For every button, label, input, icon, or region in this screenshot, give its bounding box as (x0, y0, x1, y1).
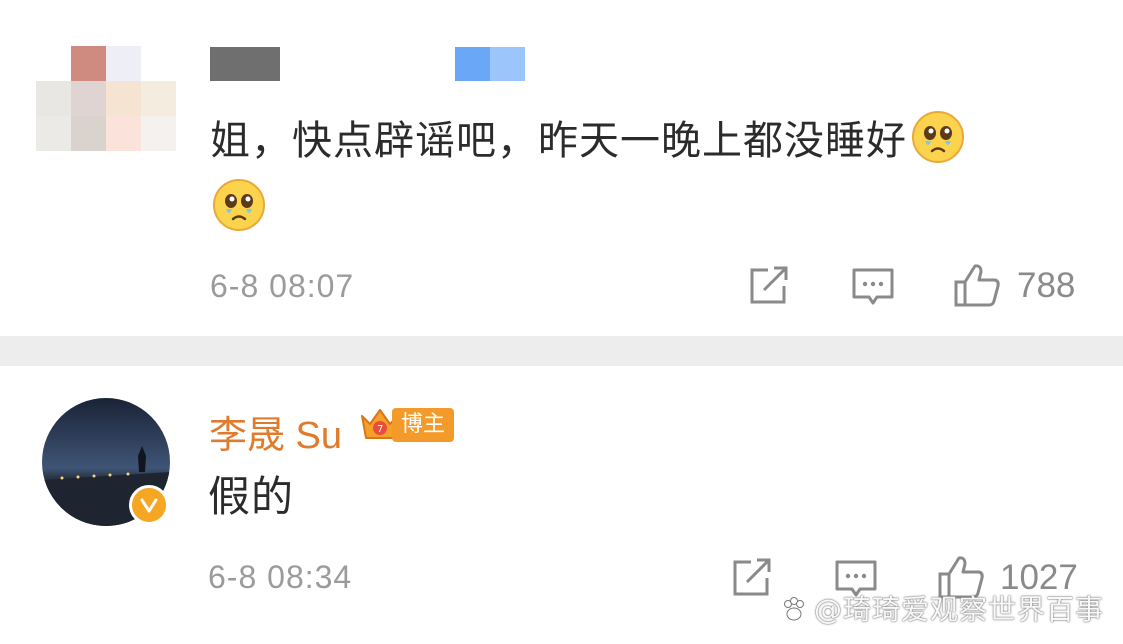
comment-icon[interactable] (851, 267, 895, 307)
comment-item: 姐，快点辟谣吧，昨天一晚上都没睡好 6-8 08:07 788 (0, 0, 1123, 336)
comment-time: 6-8 08:34 (208, 559, 353, 595)
crying-face-icon (911, 110, 965, 164)
share-icon[interactable] (748, 266, 790, 306)
comment-separator (0, 336, 1123, 366)
author-name[interactable]: 李晟 Su (209, 404, 342, 459)
paw-icon (784, 597, 804, 621)
username-tag-redacted (455, 47, 525, 81)
comment-text-continued (212, 178, 266, 240)
comment-text: 姐，快点辟谣吧，昨天一晚上都没睡好 (210, 110, 965, 172)
svg-text:7: 7 (377, 424, 383, 435)
crying-face-icon (212, 178, 266, 232)
share-icon[interactable] (731, 558, 773, 598)
username-redacted (210, 47, 280, 81)
blogger-badge: 博主 (392, 408, 454, 442)
verified-v-icon (129, 485, 169, 525)
like-count: 788 (1017, 266, 1076, 305)
comment-time: 6-8 08:07 (210, 268, 355, 304)
watermark: @琦琦爱观察世界百事 (780, 588, 1104, 628)
avatar[interactable] (36, 46, 176, 152)
comment-text: 假的 (208, 472, 295, 521)
watermark-text: @琦琦爱观察世界百事 (814, 593, 1105, 626)
thumbs-up-icon[interactable] (953, 262, 1001, 308)
